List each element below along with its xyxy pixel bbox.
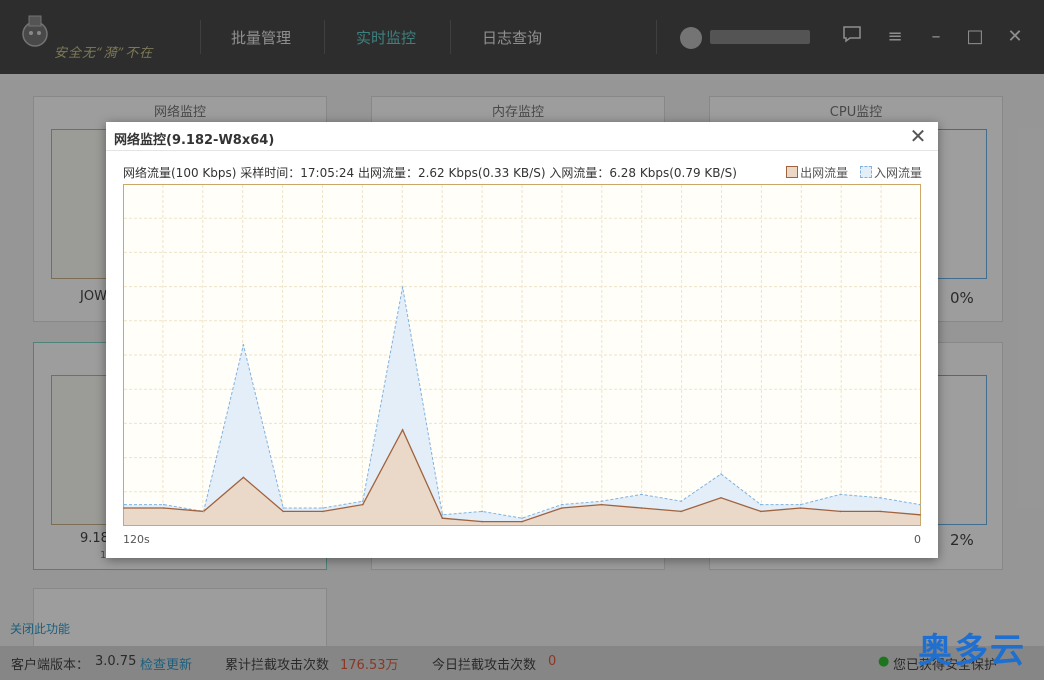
legend-swatch-in [859,166,872,178]
data-point-out [561,507,563,509]
data-point-in [720,473,722,475]
data-point-out [441,517,444,519]
data-point-out [481,520,484,523]
legend-swatch-out [786,166,799,178]
legend-label-in: 入网流量 [873,166,922,180]
data-point-out [720,497,722,499]
data-point-out [879,510,881,513]
data-point-out [760,510,762,513]
data-point-out [362,503,364,506]
data-point-in [123,503,125,506]
data-point-in [879,497,881,499]
network-monitor-dialog: 网络监控(9.182-W8x64) ✕ 网络流量(100 Kbps) 采样时间：… [106,122,938,558]
dialog-title: 网络监控(9.182-W8x64) [114,133,275,148]
data-point-in [441,514,444,516]
data-point-out [242,476,245,479]
data-point-out [799,507,802,509]
legend-label-out: 出网流量 [800,166,849,180]
data-point-in [202,510,205,513]
data-point-in [481,510,484,513]
data-point-out [322,510,324,513]
x-axis-end-label: 0 [914,533,921,546]
data-point-out [123,507,125,509]
divider [106,150,938,151]
chart-legend: 出网流量 入网流量 [786,164,922,181]
data-point-out [521,520,523,523]
data-point-out [282,510,284,513]
data-point-in [839,493,842,496]
data-point-in [521,517,523,519]
network-traffic-chart [123,184,921,526]
data-point-in [919,503,921,506]
traffic-info: 网络流量(100 Kbps) 采样时间：17:05:24 出网流量：2.62 K… [123,166,737,180]
data-point-out [680,510,682,513]
data-point-in [799,503,802,506]
data-point-out [401,429,404,431]
data-point-in [362,500,364,503]
x-axis-start-label: 120s [123,533,150,546]
data-point-out [640,507,643,509]
watermark-logo: 奥多云 [918,631,1026,671]
close-icon[interactable]: ✕ [906,124,930,148]
data-point-in [282,507,284,509]
data-point-in [680,500,682,503]
data-point-in [561,503,563,506]
data-point-out [919,514,921,516]
data-point-out [839,510,842,513]
data-point-out [163,507,165,509]
data-point-in [640,493,643,496]
data-point-in [760,503,762,506]
data-point-in [163,503,165,506]
data-point-in [322,507,324,509]
data-point-in [401,286,404,288]
data-point-in [600,500,603,503]
data-point-in [242,344,245,346]
data-point-out [600,503,603,506]
